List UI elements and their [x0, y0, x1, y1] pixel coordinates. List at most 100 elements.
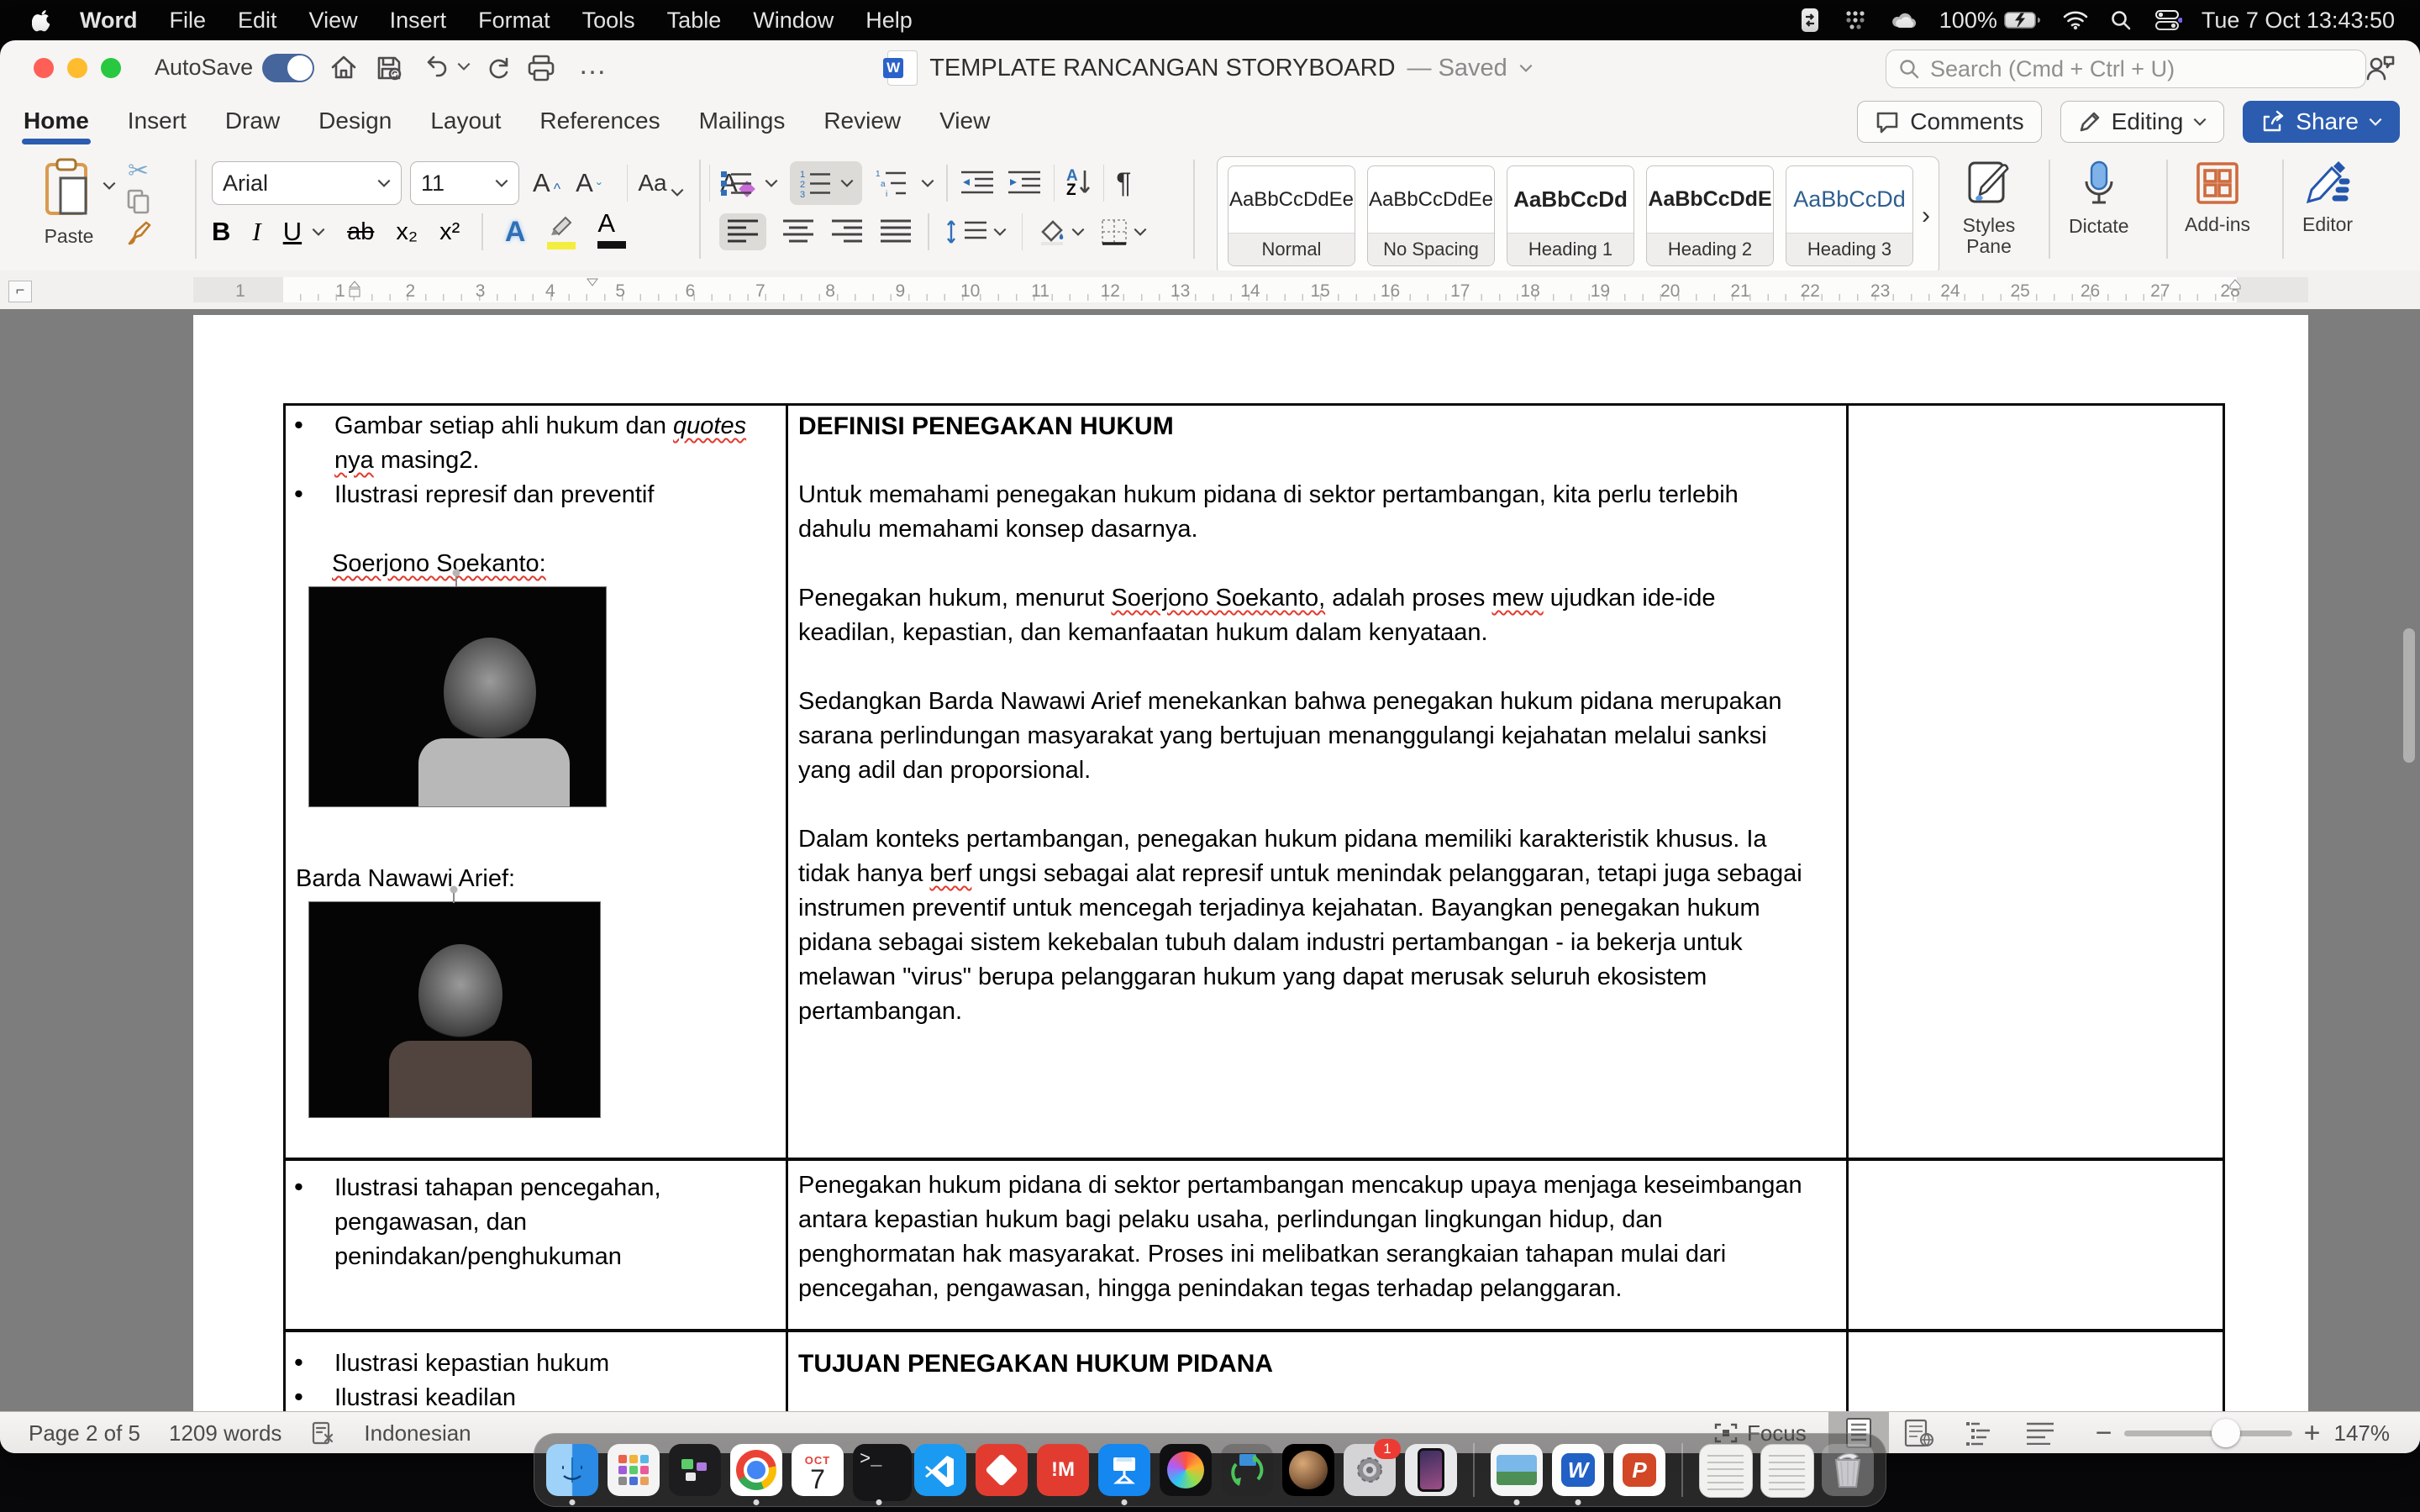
strikethrough-button[interactable]: ab [347, 218, 374, 246]
bold-button[interactable]: B [212, 217, 230, 247]
tab-selector-icon[interactable]: ⌐ [8, 281, 32, 302]
tab-review[interactable]: Review [823, 108, 901, 136]
ruler[interactable]: ⌐ 1 123456789101112131415161718192021222… [0, 270, 2420, 309]
dictate-button[interactable]: Dictate [2069, 160, 2129, 282]
right-indent-marker[interactable] [2228, 277, 2242, 291]
editor-button[interactable]: Editor [2302, 160, 2353, 282]
style-no-spacing[interactable]: AaBbCcDdEe No Spacing [1367, 165, 1495, 266]
proofing-icon[interactable] [310, 1420, 335, 1446]
multilevel-chevron-icon[interactable] [921, 179, 934, 187]
vertical-scrollbar[interactable] [2403, 628, 2415, 763]
dock-trash-icon[interactable] [1822, 1444, 1874, 1496]
font-color-button[interactable]: A [597, 208, 626, 249]
menu-view[interactable]: View [293, 8, 374, 34]
change-case-button[interactable]: Aa [638, 170, 683, 197]
feedback-person-icon[interactable] [2363, 52, 2396, 84]
numbered-list-button[interactable]: 123 [790, 161, 862, 205]
menu-table[interactable]: Table [651, 8, 738, 34]
menu-insert[interactable]: Insert [374, 8, 463, 34]
decrease-indent-button[interactable] [960, 169, 995, 197]
text-effects-button[interactable]: A [505, 216, 526, 249]
subscript-button[interactable]: x₂ [396, 218, 418, 246]
dock-minimized-window-1[interactable] [1699, 1444, 1751, 1496]
dock-diamond-app-icon[interactable] [976, 1444, 1028, 1496]
dock-finder-icon[interactable] [546, 1444, 598, 1496]
menu-format[interactable]: Format [462, 8, 566, 34]
tab-view[interactable]: View [939, 108, 990, 136]
align-right-button[interactable] [830, 218, 864, 245]
zoom-slider[interactable] [2124, 1431, 2292, 1436]
bullet-list-button[interactable] [719, 168, 753, 198]
storyboard-cell-visuals-2[interactable]: Ilustrasi tahapan pencegahan, pengawasan… [286, 1171, 756, 1274]
shrink-font-button[interactable]: Aˇ [576, 168, 602, 198]
font-size-select[interactable]: 11 [410, 161, 519, 205]
menu-help[interactable]: Help [850, 8, 929, 34]
tab-draw[interactable]: Draw [225, 108, 280, 136]
dock-planet-app-icon[interactable] [1282, 1444, 1334, 1496]
multilevel-list-button[interactable]: 1ai [874, 168, 909, 198]
comments-button[interactable]: Comments [1857, 101, 2041, 143]
paste-chevron-icon[interactable] [103, 181, 116, 190]
zoom-percentage[interactable]: 147% [2334, 1420, 2391, 1446]
italic-button[interactable]: I [252, 217, 260, 247]
dock-settings-icon[interactable]: 1 [1344, 1444, 1396, 1496]
hanging-indent-marker[interactable] [348, 277, 361, 302]
style-heading-2[interactable]: AaBbCcDdE Heading 2 [1646, 165, 1774, 266]
styles-gallery-more-icon[interactable]: › [1918, 202, 1933, 230]
grow-font-button[interactable]: A^ [533, 168, 560, 198]
apple-menu-icon[interactable] [32, 8, 52, 32]
bullet-list-chevron-icon[interactable] [765, 179, 778, 187]
outline-view-button[interactable] [1949, 1412, 2010, 1453]
app-grid-icon[interactable] [1844, 8, 1867, 32]
underline-chevron-icon[interactable] [312, 228, 325, 236]
tab-design[interactable]: Design [318, 108, 392, 136]
control-center-icon[interactable] [2154, 9, 2182, 31]
battery-status[interactable]: 100% [1939, 8, 2041, 34]
tab-layout[interactable]: Layout [430, 108, 501, 136]
dock-word-icon[interactable]: W [1552, 1444, 1604, 1496]
superscript-button[interactable]: x² [439, 218, 460, 246]
underline-button[interactable]: U [283, 217, 302, 247]
dock-calendar-icon[interactable]: OCT 7 [792, 1444, 844, 1496]
zoom-out-button[interactable]: − [2096, 1417, 2112, 1450]
dock-powerpoint-icon[interactable]: P [1613, 1444, 1665, 1496]
dock-keynote-icon[interactable] [1098, 1444, 1150, 1496]
storyboard-cell-visuals-1[interactable]: Gambar setiap ahli hukum dan quotes nya … [286, 409, 769, 1117]
document-area[interactable]: Gambar setiap ahli hukum dan quotes nya … [0, 309, 2420, 1411]
tab-insert[interactable]: Insert [128, 108, 187, 136]
tab-references[interactable]: References [539, 108, 660, 136]
increase-indent-button[interactable] [1007, 169, 1042, 197]
display-mirror-icon[interactable] [1798, 7, 1822, 34]
style-heading-1[interactable]: AaBbCcDd Heading 1 [1507, 165, 1634, 266]
spotlight-search-icon[interactable] [2110, 9, 2132, 31]
page-indicator[interactable]: Page 2 of 5 [29, 1420, 140, 1446]
align-left-button[interactable] [719, 213, 766, 250]
first-line-indent-marker[interactable] [586, 277, 599, 287]
line-spacing-button[interactable] [944, 218, 1007, 246]
menu-tools[interactable]: Tools [566, 8, 651, 34]
cut-icon[interactable]: ✂ [128, 156, 149, 186]
tab-mailings[interactable]: Mailings [699, 108, 786, 136]
word-count[interactable]: 1209 words [169, 1420, 281, 1446]
dock-davinci-resolve-icon[interactable] [1160, 1444, 1212, 1496]
sort-button[interactable]: AZ [1066, 169, 1092, 197]
justify-button[interactable] [879, 218, 913, 245]
language-indicator[interactable]: Indonesian [364, 1420, 471, 1446]
style-normal[interactable]: AaBbCcDdEe Normal [1228, 165, 1355, 266]
highlight-button[interactable] [547, 214, 576, 249]
dock-terminal-icon[interactable]: >_ [853, 1444, 905, 1496]
zoom-slider-thumb[interactable] [2212, 1419, 2240, 1447]
zoom-in-button[interactable]: + [2304, 1417, 2321, 1450]
menu-window[interactable]: Window [737, 8, 850, 34]
paste-button[interactable] [42, 158, 94, 218]
copy-icon[interactable] [126, 188, 151, 215]
storyboard-cell-script-1[interactable]: DEFINISI PENEGAKAN HUKUM Untuk memahami … [798, 409, 1808, 1029]
draft-view-button[interactable] [2010, 1412, 2070, 1453]
dock-minimized-window-2[interactable] [1760, 1444, 1812, 1496]
dock-im-app-icon[interactable]: !M [1037, 1444, 1089, 1496]
menu-word[interactable]: Word [64, 8, 154, 34]
dock-screen-sync-icon[interactable] [1221, 1444, 1273, 1496]
storyboard-cell-script-3[interactable]: TUJUAN PENEGAKAN HUKUM PIDANA [798, 1347, 1808, 1381]
storyboard-cell-visuals-3[interactable]: Ilustrasi kepastian hukum Ilustrasi kead… [286, 1347, 756, 1411]
dock-pictures-icon[interactable] [1491, 1444, 1543, 1496]
